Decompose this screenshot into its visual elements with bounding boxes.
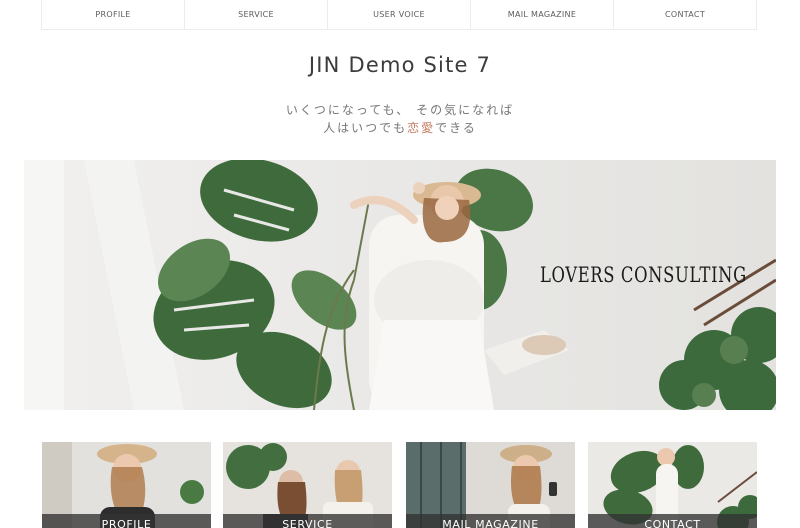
nav-item-profile[interactable]: PROFILE	[41, 0, 184, 29]
top-navigation: PROFILE SERVICE USER VOICE MAIL MAGAZINE…	[41, 0, 757, 30]
nav-item-contact[interactable]: CONTACT	[613, 0, 757, 29]
nav-item-service[interactable]: SERVICE	[184, 0, 327, 29]
card-mail-magazine[interactable]: MAIL MAGAZINE	[406, 442, 575, 528]
tagline-suffix: できる	[435, 121, 477, 135]
card-mail-magazine-label: MAIL MAGAZINE	[406, 514, 575, 528]
page: PROFILE SERVICE USER VOICE MAIL MAGAZINE…	[0, 0, 800, 528]
tagline-line-2: 人はいつでも恋愛できる	[0, 119, 800, 136]
card-contact-label: CONTACT	[588, 514, 757, 528]
site-title[interactable]: JIN Demo Site 7	[0, 53, 800, 77]
tagline-accent-word: 恋愛	[407, 121, 436, 135]
card-profile-label: PROFILE	[42, 514, 211, 528]
nav-item-mail-magazine[interactable]: MAIL MAGAZINE	[470, 0, 613, 29]
nav-item-user-voice[interactable]: USER VOICE	[327, 0, 470, 29]
hero-title: LOVERS CONSULTING	[540, 263, 747, 287]
tagline-line-1: いくつになっても、 その気になれば	[285, 103, 515, 117]
card-service-label: SERVICE	[223, 514, 392, 528]
card-service[interactable]: SERVICE	[223, 442, 392, 528]
card-profile[interactable]: PROFILE	[42, 442, 211, 528]
tagline-prefix: 人はいつでも	[323, 121, 408, 135]
card-contact[interactable]: CONTACT	[588, 442, 757, 528]
